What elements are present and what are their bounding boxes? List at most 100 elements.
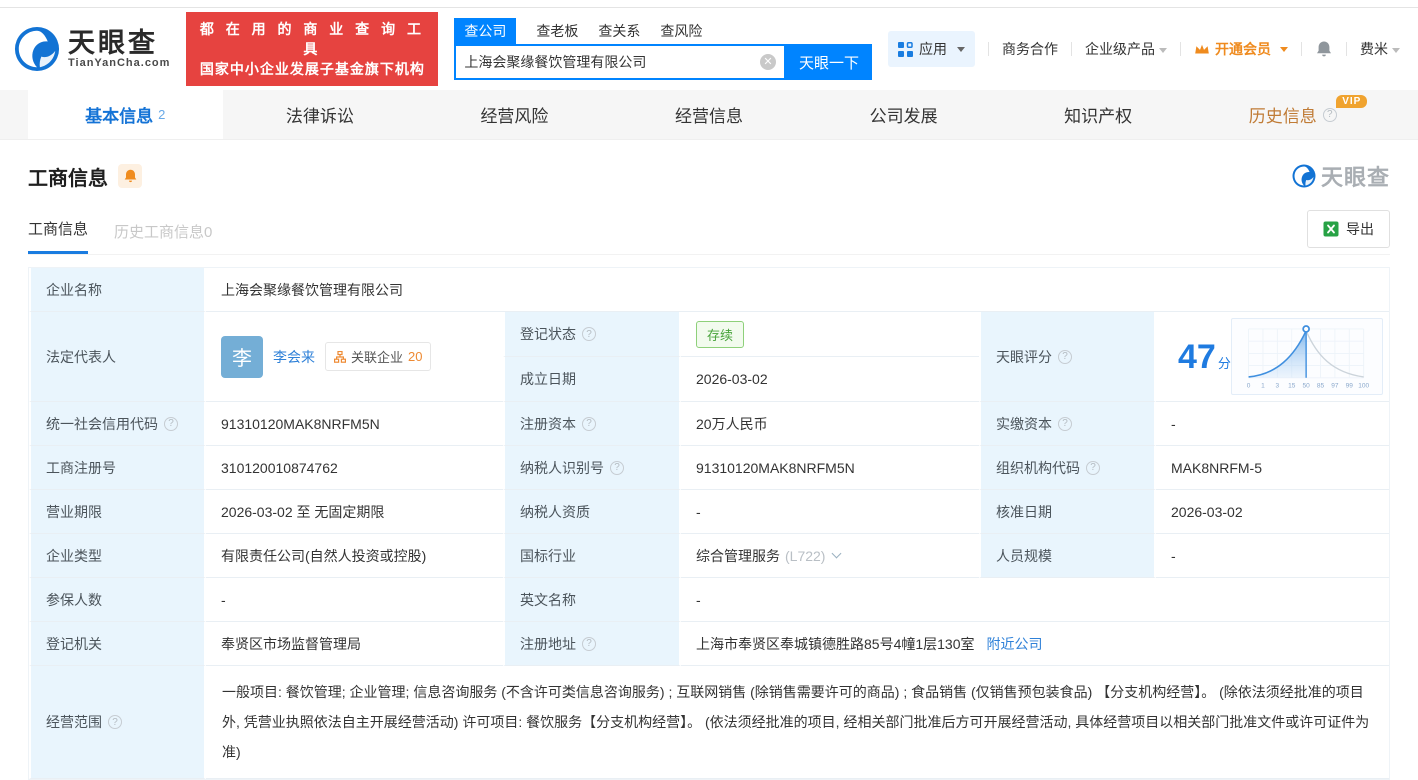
field-value-reg-address: 上海市奉贤区奉城镇德胜路85号4幢1层130室 附近公司 <box>681 622 1389 666</box>
nav-enterprise-products[interactable]: 企业级产品 <box>1085 39 1167 59</box>
help-icon[interactable] <box>582 636 596 651</box>
tab-history-info[interactable]: VIP 历史信息 <box>1195 90 1390 139</box>
search-area: 查公司 查老板 查关系 查风险 ✕ 天眼一下 <box>454 18 872 80</box>
field-value-industry: 综合管理服务 (L722) <box>681 534 979 578</box>
field-value-reg-no: 310120010874762 <box>206 446 503 490</box>
chevron-down-icon <box>1159 47 1167 53</box>
score-unit: 分 <box>1217 355 1231 371</box>
help-icon[interactable] <box>1058 416 1072 431</box>
field-label-insured: 参保人数 <box>29 578 206 622</box>
help-icon[interactable] <box>582 327 596 341</box>
field-label-company-type: 企业类型 <box>29 534 206 578</box>
chevron-down-icon <box>957 46 965 52</box>
tab-legal-proceedings[interactable]: 法律诉讼 <box>223 90 418 139</box>
vip-badge: VIP <box>1336 95 1368 108</box>
field-label-english-name: 英文名称 <box>503 578 681 622</box>
excel-icon <box>1323 221 1339 237</box>
search-tab-risk[interactable]: 查风险 <box>660 18 702 44</box>
field-label-est-date: 成立日期 <box>503 357 681 402</box>
field-label-industry: 国标行业 <box>503 534 681 578</box>
nearby-companies-link[interactable]: 附近公司 <box>987 634 1043 654</box>
field-label-reg-authority: 登记机关 <box>29 622 206 666</box>
org-chart-icon <box>334 350 346 363</box>
monitor-bell-button[interactable] <box>118 164 142 188</box>
top-border-line <box>0 0 1418 8</box>
nav-username[interactable]: 费米 <box>1360 39 1400 59</box>
app-grid-icon <box>898 41 913 57</box>
notification-bell-icon[interactable] <box>1315 40 1333 58</box>
subtab-history-business-info[interactable]: 历史工商信息0 <box>114 221 212 254</box>
help-icon[interactable] <box>164 416 178 431</box>
field-value-legal-rep: 李 李会来 关联企业 20 <box>206 312 503 402</box>
field-label-approval-date: 核准日期 <box>979 490 1156 534</box>
tab-basic-info[interactable]: 基本信息 2 <box>28 90 223 139</box>
search-button[interactable]: 天眼一下 <box>786 44 872 80</box>
tab-operation-risk[interactable]: 经营风险 <box>417 90 612 139</box>
field-value-reg-capital: 20万人民币 <box>681 402 979 446</box>
field-value-est-date: 2026-03-02 <box>681 357 979 402</box>
svg-text:85: 85 <box>1317 382 1325 389</box>
search-tab-relation[interactable]: 查关系 <box>598 18 640 44</box>
svg-text:99: 99 <box>1346 382 1354 389</box>
main-content: 工商信息 天眼查 工商信息 历史工商信息0 导出 企业名称 上海会聚缘餐饮管理有… <box>0 160 1418 780</box>
search-tab-company[interactable]: 查公司 <box>454 18 517 44</box>
chevron-down-icon[interactable] <box>832 548 842 558</box>
field-label-staff-size: 人员规模 <box>979 534 1156 578</box>
legal-rep-link[interactable]: 李会来 <box>273 347 315 367</box>
export-button[interactable]: 导出 <box>1307 210 1390 248</box>
score-number: 47 <box>1178 337 1216 376</box>
legal-rep-avatar[interactable]: 李 <box>221 335 263 378</box>
related-companies-badge[interactable]: 关联企业 20 <box>325 342 432 371</box>
logo-domain: TianYanCha.com <box>68 57 171 70</box>
field-value-reg-status: 存续 <box>681 312 979 357</box>
watermark-logo: 天眼查 <box>1292 160 1390 192</box>
clear-search-icon[interactable]: ✕ <box>760 54 776 70</box>
subtab-row: 工商信息 历史工商信息0 导出 <box>28 210 1390 255</box>
field-value-approval-date: 2026-03-02 <box>1156 490 1389 534</box>
svg-text:0: 0 <box>1247 382 1251 389</box>
field-value-taxpayer-id: 91310120MAK8NRFM5N <box>681 446 979 490</box>
section-title: 工商信息 <box>28 167 108 190</box>
tab-company-development[interactable]: 公司发展 <box>806 90 1001 139</box>
field-label-paid-capital: 实缴资本 <box>979 402 1156 446</box>
apps-menu[interactable]: 应用 <box>888 31 975 67</box>
logo-title: 天眼查 <box>68 27 158 58</box>
nav-cooperation[interactable]: 商务合作 <box>1002 39 1058 59</box>
chevron-down-icon <box>1280 46 1288 52</box>
logo-swirl-icon <box>14 26 60 72</box>
field-value-english-name: - <box>681 578 1389 622</box>
field-label-taxpayer-quality: 纳税人资质 <box>503 490 681 534</box>
help-icon[interactable] <box>610 460 624 475</box>
help-icon[interactable] <box>1086 460 1100 475</box>
promo-line2: 国家中小企业发展子基金旗下机构 <box>199 61 425 78</box>
field-value-uscc: 91310120MAK8NRFM5N <box>206 402 503 446</box>
business-info-table: 企业名称 上海会聚缘餐饮管理有限公司 法定代表人 李 李会来 关联企业 20 登… <box>28 267 1390 780</box>
subtab-business-info[interactable]: 工商信息 <box>28 218 89 254</box>
help-icon[interactable] <box>582 416 596 431</box>
search-box: ✕ <box>454 44 786 80</box>
related-companies-count: 20 <box>408 349 423 364</box>
field-label-reg-status: 登记状态 <box>503 312 681 357</box>
site-header: 天眼查 TianYanCha.com 都 在 用 的 商 业 查 询 工 具 国… <box>0 8 1418 90</box>
svg-text:97: 97 <box>1331 382 1339 389</box>
help-icon[interactable] <box>1058 349 1072 364</box>
nav-open-vip[interactable]: 开通会员 <box>1194 39 1288 59</box>
svg-text:15: 15 <box>1288 382 1296 389</box>
help-icon[interactable] <box>108 715 122 729</box>
tab-intellectual-property[interactable]: 知识产权 <box>1001 90 1196 139</box>
search-input[interactable] <box>464 54 760 70</box>
bell-icon <box>124 169 136 183</box>
chevron-down-icon <box>1392 47 1400 53</box>
help-icon[interactable] <box>1322 107 1337 122</box>
tab-operation-info[interactable]: 经营信息 <box>612 90 807 139</box>
tianyancha-logo[interactable]: 天眼查 TianYanCha.com <box>14 26 170 72</box>
field-label-reg-capital: 注册资本 <box>503 402 681 446</box>
field-value-company-type: 有限责任公司(自然人投资或控股) <box>206 534 503 578</box>
score-axis-ticks: 0 1 3 15 50 85 97 99 100 <box>1247 382 1370 389</box>
search-tab-boss[interactable]: 查老板 <box>536 18 578 44</box>
svg-text:1: 1 <box>1261 382 1265 389</box>
company-tabbar: 基本信息 2 法律诉讼 经营风险 经营信息 公司发展 知识产权 VIP 历史信息 <box>0 90 1418 140</box>
field-value-staff-size: - <box>1156 534 1389 578</box>
logo-swirl-icon <box>1292 164 1316 188</box>
apps-label: 应用 <box>919 41 947 57</box>
